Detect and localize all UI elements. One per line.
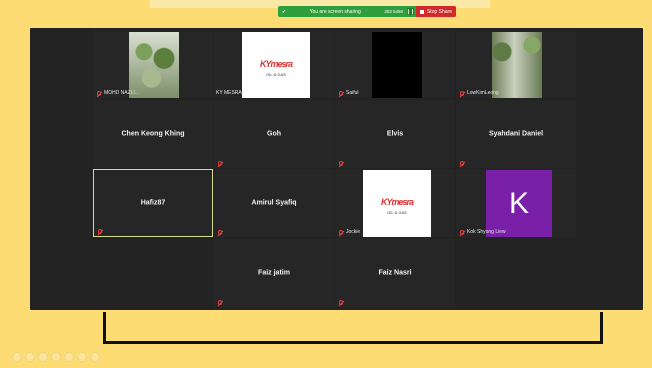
participant-tile-lowkimleong[interactable]: LowKimLeong <box>456 30 576 98</box>
participant-name: Goh <box>267 130 281 138</box>
screen-share-bar[interactable]: ✔ You are screen sharing 303 5456 ❙❙ Sto… <box>278 6 456 17</box>
logo-main-text: KY <box>259 58 271 69</box>
logo-subtext: OIL & GAS <box>387 210 407 215</box>
participant-tile-hafiz87[interactable]: Hafiz87 <box>93 169 213 237</box>
mouse-tool-icon[interactable] <box>12 352 22 362</box>
muted-mic-icon <box>339 300 343 305</box>
participant-name: Syahdani Daniel <box>488 130 544 138</box>
participant-name: MOHD NAZLI... <box>104 90 140 96</box>
participant-name: LowKimLeong <box>467 90 499 96</box>
participant-name: Amirul Syafiq <box>251 199 297 207</box>
muted-mic-icon <box>339 161 343 166</box>
participant-name: KY MESRA <box>216 90 242 96</box>
participant-tile-faiz-jatim[interactable]: Faiz jatim <box>214 239 334 307</box>
participant-name: Hafiz87 <box>140 199 166 207</box>
muted-mic-icon <box>460 229 464 235</box>
share-status-text: You are screen sharing <box>309 8 361 15</box>
participant-name: Chen Keong Khing <box>121 130 185 138</box>
participant-tile-syahdani-daniel[interactable]: Syahdani Daniel <box>456 100 576 168</box>
participant-tile-faiz-nasri[interactable]: Faiz Nasri <box>335 239 455 307</box>
meeting-id: 303 5456 <box>384 9 403 14</box>
participant-tile-mohd-nazli[interactable]: MOHD NAZLI... <box>93 30 213 98</box>
company-logo: KYmesra OIL & GAS <box>363 170 431 237</box>
participant-tile-goh[interactable]: Goh <box>214 100 334 168</box>
muted-mic-icon <box>98 229 102 234</box>
participant-tile-elvis[interactable]: Elvis <box>335 100 455 168</box>
logo-subtext: OIL & GAS <box>266 71 286 77</box>
muted-mic-icon <box>218 230 222 235</box>
avatar: K <box>486 170 552 237</box>
muted-mic-icon <box>218 161 222 166</box>
participant-name: Elvis <box>386 130 404 138</box>
participant-tile-kok-shyong-liew[interactable]: K Kok Shyong Liew <box>456 169 576 237</box>
company-logo: KYmesra OIL & GAS <box>242 32 310 98</box>
spotlight-tool-icon[interactable] <box>64 352 74 362</box>
participant-tile-chen-keong-khing[interactable]: Chen Keong Khing <box>93 100 213 168</box>
muted-mic-icon <box>339 90 343 96</box>
participant-name: Kok Shyong Liew <box>467 229 506 235</box>
participant-video <box>372 32 422 98</box>
logo-script-text: mesra <box>391 197 414 207</box>
participant-name: Faiz jatim <box>258 269 290 277</box>
monitor-stand-outline <box>103 312 603 344</box>
stamp-tool-icon[interactable] <box>51 352 61 362</box>
text-tool-icon[interactable] <box>25 352 35 362</box>
stop-icon <box>419 9 424 14</box>
muted-mic-icon <box>218 300 222 305</box>
eraser-tool-icon[interactable] <box>77 352 87 362</box>
participant-name: Saiful <box>346 90 359 96</box>
annotation-toolbar <box>12 352 100 362</box>
gallery-view: MOHD NAZLI... KYmesra OIL & GAS KY MESRA… <box>30 28 643 310</box>
muted-mic-icon <box>460 90 464 96</box>
participant-name: Jockie <box>346 229 361 235</box>
draw-tool-icon[interactable] <box>38 352 48 362</box>
save-tool-icon[interactable] <box>90 352 100 362</box>
logo-script-text: mesra <box>270 58 293 69</box>
muted-mic-icon <box>97 90 101 96</box>
participant-video <box>492 32 542 98</box>
stop-share-label: Stop Share <box>426 8 452 15</box>
participant-video <box>129 32 179 98</box>
muted-mic-icon <box>339 229 343 235</box>
logo-main-text: KY <box>380 197 392 207</box>
muted-mic-icon <box>460 161 464 166</box>
pause-share-icon[interactable]: ❙❙ <box>406 8 415 15</box>
participant-tile-amirul-syafiq[interactable]: Amirul Syafiq <box>214 169 334 237</box>
participant-tile-jockie[interactable]: KYmesra OIL & GAS Jockie <box>335 169 455 237</box>
avatar-letter: K <box>508 186 529 220</box>
participant-tile-saiful[interactable]: Saiful <box>335 30 455 98</box>
stop-share-button[interactable]: Stop Share <box>415 6 456 17</box>
participant-name: Faiz Nasri <box>378 269 412 277</box>
participant-tile-ky-mesra[interactable]: KYmesra OIL & GAS KY MESRA <box>214 30 334 98</box>
